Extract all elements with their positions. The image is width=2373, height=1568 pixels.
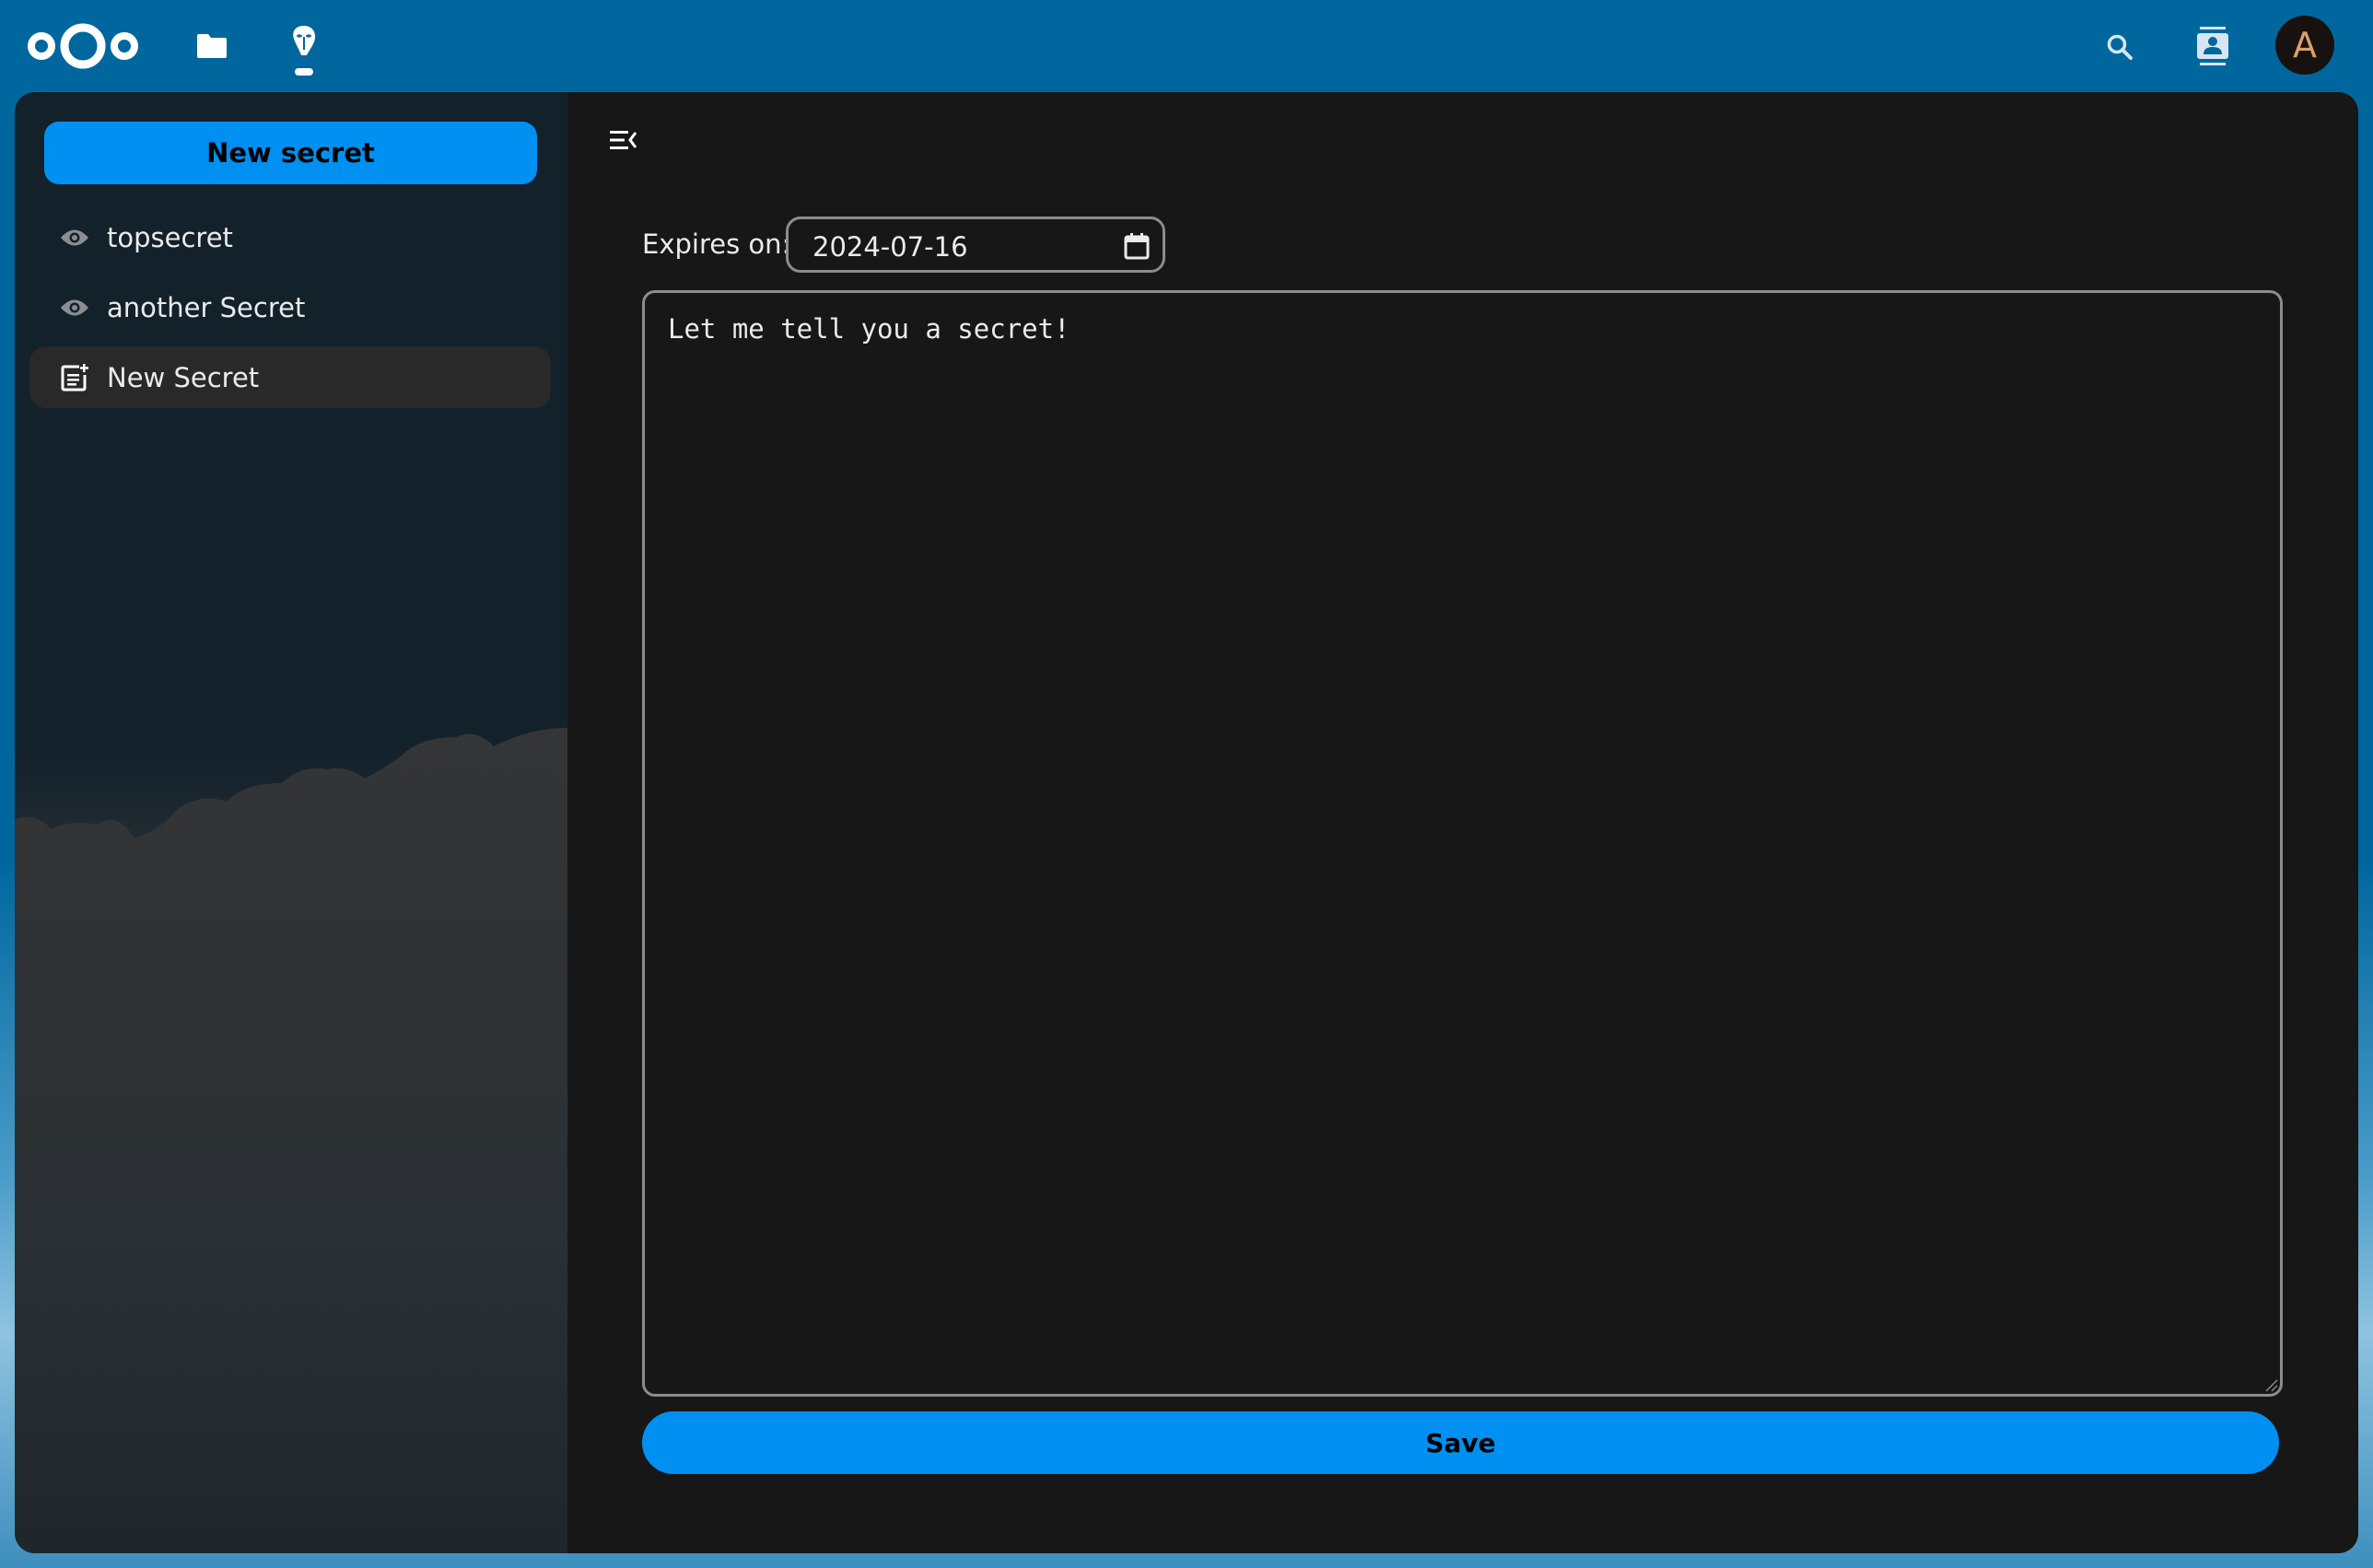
app-files[interactable]	[193, 28, 230, 64]
app-content: New secret topsecret another Secret New …	[15, 92, 2358, 1553]
nav-item-new-secret[interactable]: New Secret	[29, 346, 551, 408]
app-main: Expires on: 2024-07-16 Let me tell you a…	[567, 92, 2358, 1553]
app-navigation: New secret topsecret another Secret New …	[15, 92, 567, 1553]
new-secret-button[interactable]: New secret	[44, 122, 537, 184]
nav-item-topsecret[interactable]: topsecret	[29, 206, 551, 268]
search-button[interactable]	[2100, 28, 2139, 66]
nav-item-label: New Secret	[107, 361, 260, 393]
expiry-date-input[interactable]: 2024-07-16	[786, 216, 1165, 273]
save-button[interactable]: Save	[642, 1411, 2279, 1474]
menu-collapse-icon	[610, 131, 637, 149]
nav-item-another-secret[interactable]: another Secret	[29, 276, 551, 338]
nextcloud-logo[interactable]	[26, 22, 140, 70]
avatar-initial: A	[2293, 25, 2317, 65]
expires-label: Expires on:	[642, 228, 791, 260]
secret-content-text: Let me tell you a secret!	[668, 313, 1070, 345]
folder-icon	[197, 34, 227, 58]
nav-item-label: another Secret	[107, 291, 306, 323]
secret-app-icon	[293, 26, 316, 76]
secret-content-textarea[interactable]: Let me tell you a secret!	[642, 290, 2283, 1397]
expiry-date-value: 2024-07-16	[812, 231, 968, 263]
note-plus-icon	[59, 362, 90, 393]
calendar-icon[interactable]	[1124, 232, 1150, 260]
user-avatar[interactable]: A	[2275, 16, 2334, 75]
search-icon	[2107, 34, 2133, 60]
contacts-icon	[2197, 27, 2228, 65]
resize-handle-icon[interactable]	[2263, 1377, 2278, 1392]
contacts-button[interactable]	[2192, 26, 2233, 66]
eye-icon	[59, 292, 90, 323]
top-header: A	[0, 0, 2373, 92]
cloud-background	[15, 728, 567, 1553]
navigation-toggle[interactable]	[606, 123, 639, 157]
nav-item-label: topsecret	[107, 221, 233, 253]
app-secrets[interactable]	[286, 20, 322, 85]
eye-icon	[59, 222, 90, 253]
